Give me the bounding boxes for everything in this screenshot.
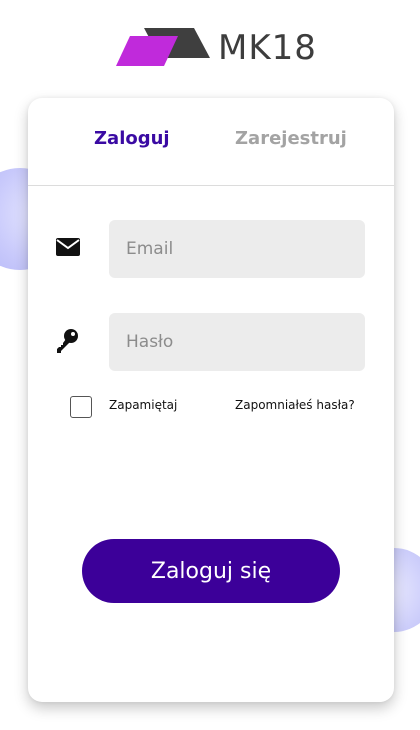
remember-label: Zapamiętaj	[109, 398, 178, 412]
login-button[interactable]: Zaloguj się	[82, 539, 340, 603]
brand-logo: MK18	[114, 26, 317, 68]
login-screen: MK18 Zaloguj Zarejestruj Zapamiętaj	[0, 0, 420, 730]
logo-mark-icon	[116, 28, 210, 66]
envelope-icon	[56, 238, 80, 260]
key-icon	[56, 328, 80, 358]
tab-register[interactable]: Zarejestruj	[235, 128, 347, 149]
auth-tabs: Zaloguj Zarejestruj	[28, 98, 394, 186]
email-field[interactable]	[109, 220, 365, 278]
forgot-password-link[interactable]: Zapomniałeś hasła?	[235, 398, 355, 412]
remember-checkbox[interactable]	[70, 396, 92, 418]
brand-name: MK18	[218, 28, 317, 68]
password-field[interactable]	[109, 313, 365, 371]
tab-login[interactable]: Zaloguj	[94, 128, 170, 149]
login-card: Zaloguj Zarejestruj Zapamiętaj Zapomniał…	[28, 98, 394, 702]
